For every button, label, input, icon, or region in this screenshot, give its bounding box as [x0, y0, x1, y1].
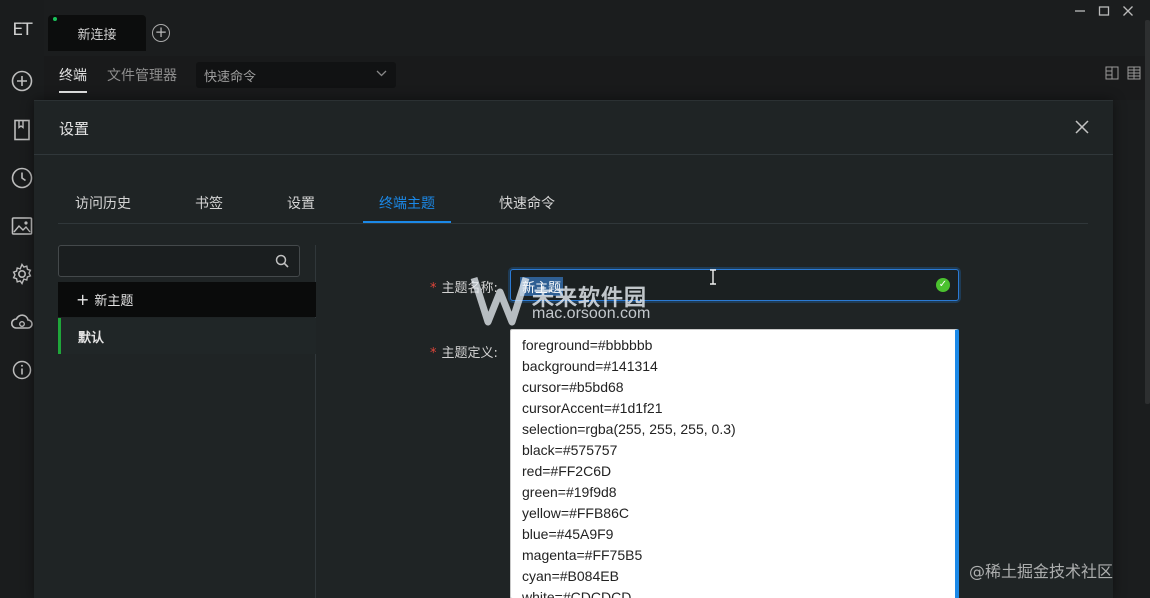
tab-settings[interactable]: 设置: [287, 193, 315, 213]
tab-new-connection[interactable]: 新连接: [48, 15, 146, 51]
theme-name-label: * 主题名称:: [430, 277, 498, 296]
minimize-icon[interactable]: [1070, 2, 1090, 20]
close-icon[interactable]: [1071, 116, 1093, 138]
theme-search-input[interactable]: [58, 245, 300, 277]
definition-line: selection=rgba(255, 255, 255, 0.3): [522, 421, 736, 437]
chevron-down-icon: [376, 67, 387, 80]
theme-name-label-text: 主题名称:: [441, 281, 498, 296]
theme-definition-label: * 主题定义:: [430, 342, 498, 361]
logo-text: ET: [12, 20, 32, 40]
close-window-icon[interactable]: [1118, 2, 1138, 20]
add-tab-button[interactable]: +: [152, 24, 170, 42]
theme-name-input[interactable]: 新主题 ✓: [510, 269, 959, 301]
info-icon[interactable]: [9, 357, 35, 383]
definition-line: white=#CDCDCD: [522, 589, 632, 598]
tab-terminal-theme[interactable]: 终端主题: [379, 193, 435, 213]
scrollbar[interactable]: [1145, 20, 1150, 404]
definition-line: cyan=#B084EB: [522, 568, 619, 584]
definition-line: green=#19f9d8: [522, 484, 617, 500]
tab-bookmarks[interactable]: 书签: [195, 193, 223, 213]
tab-history[interactable]: 访问历史: [75, 193, 131, 213]
bookmark-icon[interactable]: [9, 117, 35, 143]
definition-line: red=#FF2C6D: [522, 463, 612, 479]
definition-line: yellow=#FFB86C: [522, 505, 629, 521]
quick-command-select[interactable]: 快速命令: [196, 62, 396, 88]
tab-quick-commands[interactable]: 快速命令: [499, 193, 555, 213]
app-window: ET 新连接 + 终端 文件管理器 快速命令 设置 访问历史 书签 设置 终端主…: [0, 0, 1150, 598]
history-clock-icon[interactable]: [9, 165, 35, 191]
definition-line: background=#141314: [522, 358, 658, 374]
definition-line: cursor=#b5bd68: [522, 379, 624, 395]
theme-list-pane: + 新主题 默认: [58, 245, 316, 598]
layout-controls: [1105, 65, 1141, 84]
text-cursor-icon: [708, 269, 718, 289]
settings-tabs: 访问历史 书签 设置 终端主题 快速命令: [58, 179, 1088, 224]
sub-nav-bar: 终端 文件管理器 快速命令: [44, 56, 1145, 100]
required-mark: *: [430, 346, 437, 361]
plus-icon: +: [76, 290, 90, 309]
app-logo: ET: [9, 17, 35, 43]
add-circle-icon[interactable]: [9, 68, 35, 94]
cloud-sync-icon[interactable]: [9, 309, 35, 335]
modal-header: 设置: [34, 101, 1113, 155]
definition-line: blue=#45A9F9: [522, 526, 614, 542]
theme-form: * 主题名称: 新主题 ✓ * 主题定义: foreground=#bbbbbb b…: [316, 245, 1113, 598]
split-grid-icon[interactable]: [1127, 65, 1141, 84]
quick-command-placeholder: 快速命令: [204, 70, 257, 85]
tab-bar: 新连接 +: [44, 0, 1150, 56]
theme-name-value: 新主题: [520, 277, 564, 296]
window-controls: [1070, 2, 1138, 20]
new-theme-button[interactable]: + 新主题: [58, 282, 316, 317]
settings-modal: 设置 访问历史 书签 设置 终端主题 快速命令 + 新主题 默认 * 主题名称:…: [34, 100, 1113, 598]
search-icon[interactable]: [275, 253, 289, 272]
definition-line: magenta=#FF75B5: [522, 547, 643, 563]
maximize-icon[interactable]: [1094, 2, 1114, 20]
tab-new-connection-label: 新连接: [77, 27, 117, 43]
definition-line: black=#575757: [522, 442, 618, 458]
theme-definition-textarea[interactable]: foreground=#bbbbbb background=#141314 cu…: [510, 329, 959, 598]
gear-icon[interactable]: [9, 261, 35, 287]
connection-status-dot: [53, 17, 57, 21]
tab-terminal[interactable]: 终端: [59, 65, 87, 93]
required-mark: *: [430, 281, 437, 296]
active-tab-indicator: [363, 221, 451, 223]
definition-line: foreground=#bbbbbb: [522, 337, 653, 353]
theme-item-default[interactable]: 默认: [58, 318, 316, 354]
tab-file-manager[interactable]: 文件管理器: [107, 65, 177, 85]
theme-definition-label-text: 主题定义:: [441, 346, 498, 361]
modal-title: 设置: [59, 120, 90, 138]
image-icon[interactable]: [9, 213, 35, 239]
source-credit: @稀土掘金技术社区: [969, 562, 1114, 581]
new-theme-label: 新主题: [94, 294, 134, 309]
definition-line: cursorAccent=#1d1f21: [522, 400, 663, 416]
valid-check-icon: ✓: [936, 278, 950, 292]
theme-item-label: 默认: [78, 330, 105, 346]
split-columns-icon[interactable]: [1105, 65, 1119, 84]
